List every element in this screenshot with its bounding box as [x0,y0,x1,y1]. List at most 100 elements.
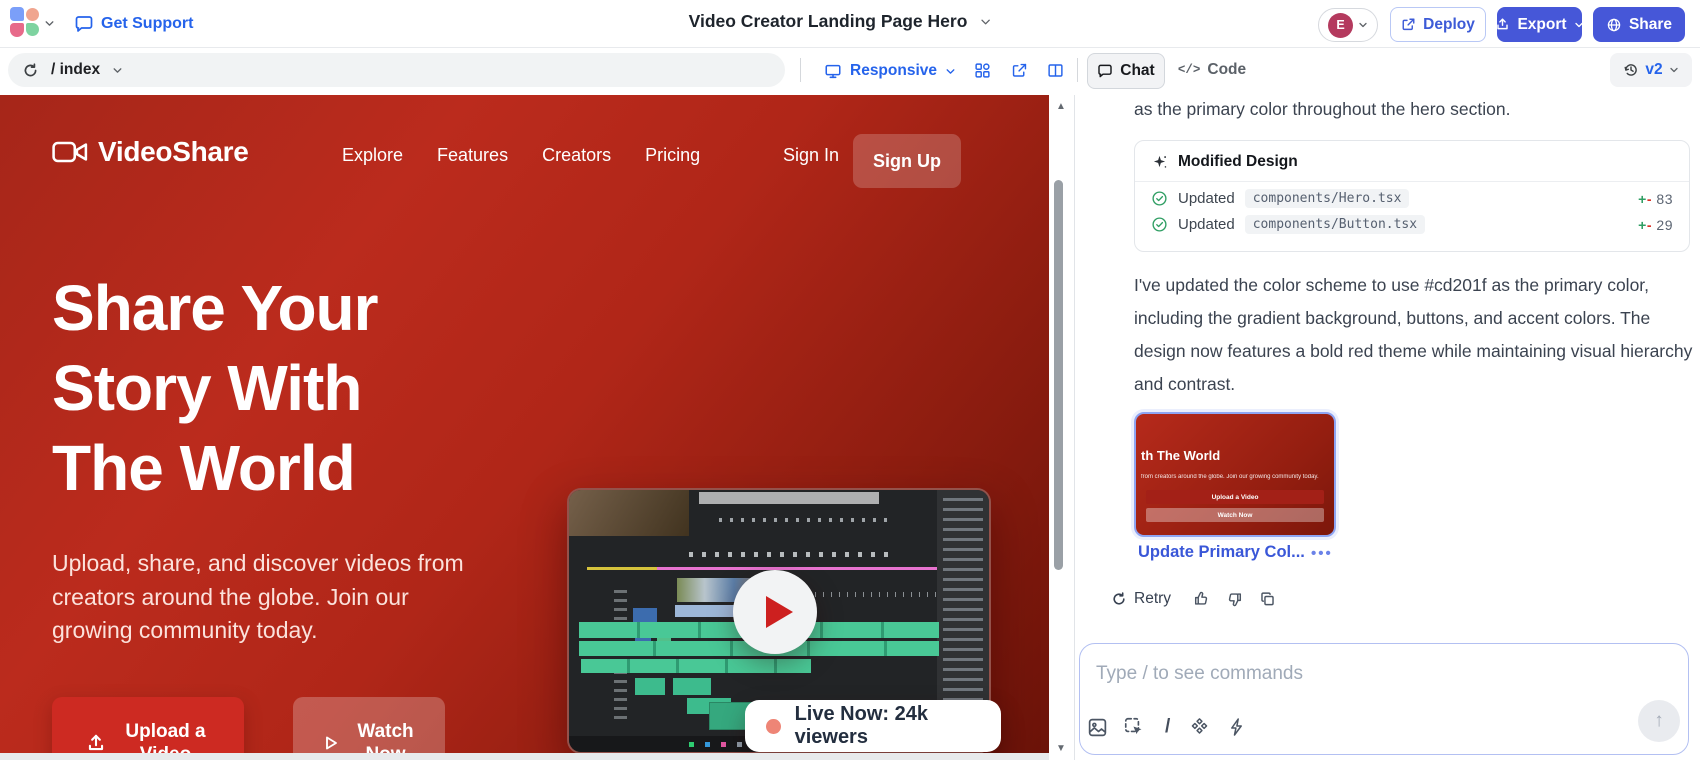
export-button[interactable]: Export [1497,7,1582,42]
app-window: Get Support Video Creator Landing Page H… [0,0,1700,760]
video-thumb-photo [569,490,689,536]
version-thumbnail[interactable]: th The World from creators around the gl… [1134,412,1336,537]
chat-bubble-icon [1097,63,1113,79]
modified-design-title: Modified Design [1178,153,1298,171]
site-nav: Explore Features Creators Pricing [342,145,700,166]
retry-button[interactable]: Retry [1111,590,1171,608]
toolbar-divider [1077,58,1078,82]
sign-in-link[interactable]: Sign In [783,145,839,166]
slash-command-icon[interactable]: / [1165,716,1170,738]
thumbs-up-icon[interactable] [1193,590,1211,608]
account-chevron-down-icon [1358,20,1368,30]
hero-headline: Share Your Story With The World [52,268,378,508]
live-badge-text: Live Now: 24k viewers [795,703,1001,749]
project-title-dropdown[interactable]: Video Creator Landing Page Hero [689,11,992,32]
version-chevron-down-icon [1669,65,1679,75]
select-element-icon[interactable] [1123,716,1145,738]
assistant-message-scrolled: as the primary color throughout the hero… [1134,97,1510,121]
app-logo-icon[interactable] [10,7,41,38]
responsive-mode-dropdown[interactable]: Responsive [824,59,956,83]
message-actions: Retry [1111,587,1276,611]
page-title: Video Creator Landing Page Hero [689,11,968,32]
update-action: Updated [1178,190,1235,207]
sign-up-button[interactable]: Sign Up [853,134,961,188]
horizontal-scroll-track[interactable] [0,753,1049,760]
split-view-icon[interactable] [1047,62,1064,79]
preview-scrollbar: ▲ ▼ [1049,95,1074,760]
modified-design-card: Modified Design Updated components/Hero.… [1134,140,1690,252]
more-options-ellipsis[interactable]: ••• [1311,545,1333,562]
preview-toolbar: / index Responsive [0,48,1700,96]
scroll-up-arrow[interactable]: ▲ [1056,101,1066,112]
send-button[interactable]: ↑ [1638,700,1680,742]
thumbs-down-icon[interactable] [1225,590,1243,608]
route-chevron-down-icon[interactable] [112,65,123,76]
globe-icon [1606,17,1622,33]
file-chip[interactable]: components/Button.tsx [1245,215,1425,234]
mini-upload-button: Upload a Video [1146,490,1324,504]
timeline-pink-line [657,567,937,570]
sign-up-label: Sign Up [873,151,941,172]
route-path: / index [51,61,100,79]
copy-icon[interactable] [1259,591,1276,608]
get-support-label: Get Support [101,15,193,33]
refresh-icon[interactable] [22,62,39,79]
editor-toolbar-dots [719,518,889,522]
hero-description: Upload, share, and discover videos from … [52,547,472,648]
deploy-button[interactable]: Deploy [1390,7,1486,42]
nav-link-explore[interactable]: Explore [342,145,403,166]
upload-video-button[interactable]: Upload a Video [52,697,244,760]
top-bar: Get Support Video Creator Landing Page H… [0,0,1700,48]
watch-now-button[interactable]: Watch Now [293,697,445,760]
chat-tab-label: Chat [1120,62,1154,80]
nav-link-features[interactable]: Features [437,145,508,166]
open-in-new-tab-icon[interactable] [1011,62,1028,79]
components-grid-icon[interactable] [974,62,991,79]
tab-code[interactable]: </> Code [1172,53,1252,87]
site-logo[interactable]: VideoShare [52,136,249,168]
scrollbar-thumb[interactable] [1054,180,1063,570]
play-button[interactable] [733,570,817,654]
check-circle-icon [1151,216,1168,233]
update-action: Updated [1178,216,1235,233]
timeline-clip [635,678,665,695]
export-chevron-down-icon [1574,20,1584,30]
file-chip[interactable]: components/Hero.tsx [1245,189,1410,208]
share-button[interactable]: Share [1593,7,1685,42]
title-chevron-down-icon [979,16,991,28]
version-caption-link[interactable]: Update Primary Col... [1138,543,1305,562]
share-label: Share [1629,16,1672,34]
version-history-dropdown[interactable]: v2 [1610,53,1692,87]
nav-link-pricing[interactable]: Pricing [645,145,700,166]
assistant-message: I've updated the color scheme to use #cd… [1134,269,1700,401]
address-bar[interactable]: / index [8,53,785,87]
scroll-down-arrow[interactable]: ▼ [1056,743,1066,754]
responsive-label: Responsive [850,62,937,80]
mini-watch-button: Watch Now [1146,508,1324,522]
code-tab-label: Code [1207,61,1246,79]
retry-label: Retry [1134,590,1171,608]
account-menu[interactable]: E [1318,8,1378,42]
nav-link-creators[interactable]: Creators [542,145,611,166]
timeline-clip [673,678,711,695]
get-support-button[interactable]: Get Support [74,10,193,38]
image-icon[interactable] [1087,717,1108,738]
lightning-icon[interactable] [1227,717,1247,737]
logo-chevron-down-icon[interactable] [44,18,55,29]
avatar: E [1328,13,1353,38]
tab-chat[interactable]: Chat [1087,53,1165,89]
version-label: v2 [1645,61,1662,79]
export-label: Export [1517,16,1566,34]
updated-file-row: Updated components/Hero.tsx +- 83 [1135,182,1689,208]
timeline-track [581,659,811,673]
composer-tools: / [1087,714,1247,740]
monitor-icon [824,62,842,80]
responsive-chevron-down-icon [945,66,956,77]
diamond-cluster-icon[interactable] [1189,717,1210,738]
site-preview: VideoShare Explore Features Creators Pri… [0,95,1049,760]
video-camera-icon [52,139,88,165]
upload-icon [85,732,107,754]
chat-input[interactable] [1094,656,1518,692]
editor-transport-controls [689,552,889,557]
sparkle-icon [1151,154,1168,171]
